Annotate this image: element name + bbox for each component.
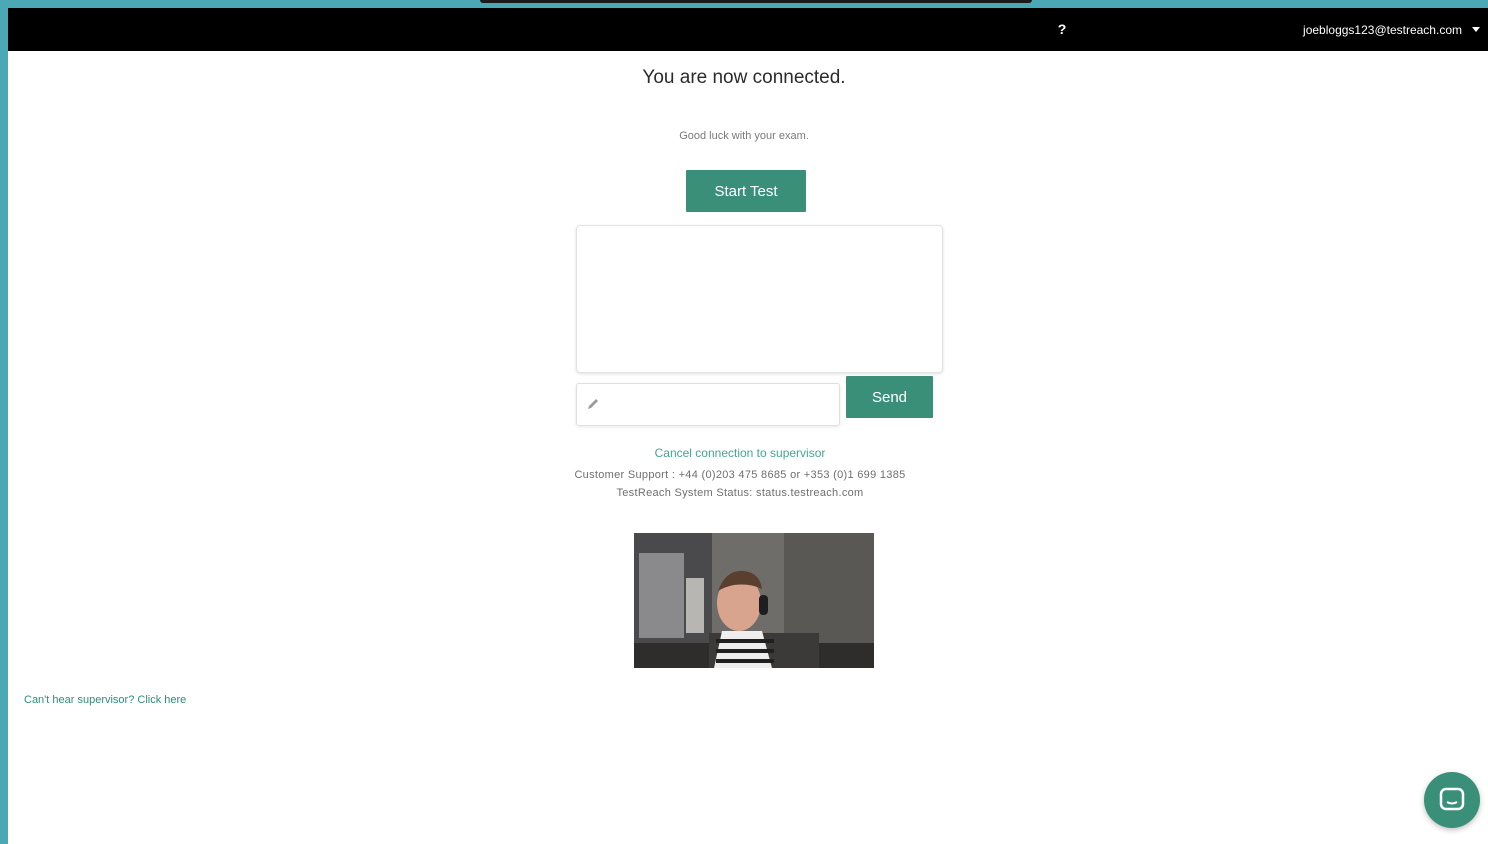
- help-icon[interactable]: ?: [1055, 19, 1069, 39]
- cancel-connection-link[interactable]: Cancel connection to supervisor: [0, 446, 1480, 460]
- user-menu[interactable]: joebloggs123@testreach.com: [1303, 8, 1480, 51]
- chat-launcher-button[interactable]: [1424, 772, 1480, 828]
- system-status-info: TestReach System Status: status.testreac…: [616, 487, 864, 499]
- window-top-notch: [480, 0, 1032, 3]
- cant-hear-supervisor-link[interactable]: Can't hear supervisor? Click here: [24, 694, 186, 706]
- pencil-icon: [588, 399, 598, 409]
- message-input[interactable]: [605, 384, 837, 425]
- start-test-button[interactable]: Start Test: [686, 170, 806, 212]
- top-navbar: ? joebloggs123@testreach.com: [8, 8, 1488, 51]
- chat-bubble-icon: [1439, 787, 1465, 811]
- user-email: joebloggs123@testreach.com: [1303, 22, 1462, 37]
- send-button[interactable]: Send: [846, 376, 933, 418]
- chat-log-box: [576, 225, 943, 373]
- webcam-preview: [634, 533, 874, 668]
- page-subtitle: Good luck with your exam.: [679, 130, 809, 142]
- message-input-container[interactable]: [576, 383, 840, 426]
- customer-support-info: Customer Support : +44 (0)203 475 8685 o…: [574, 469, 906, 481]
- caret-down-icon: [1472, 27, 1480, 32]
- page-title: You are now connected.: [642, 67, 846, 88]
- webcam-image: [634, 533, 874, 668]
